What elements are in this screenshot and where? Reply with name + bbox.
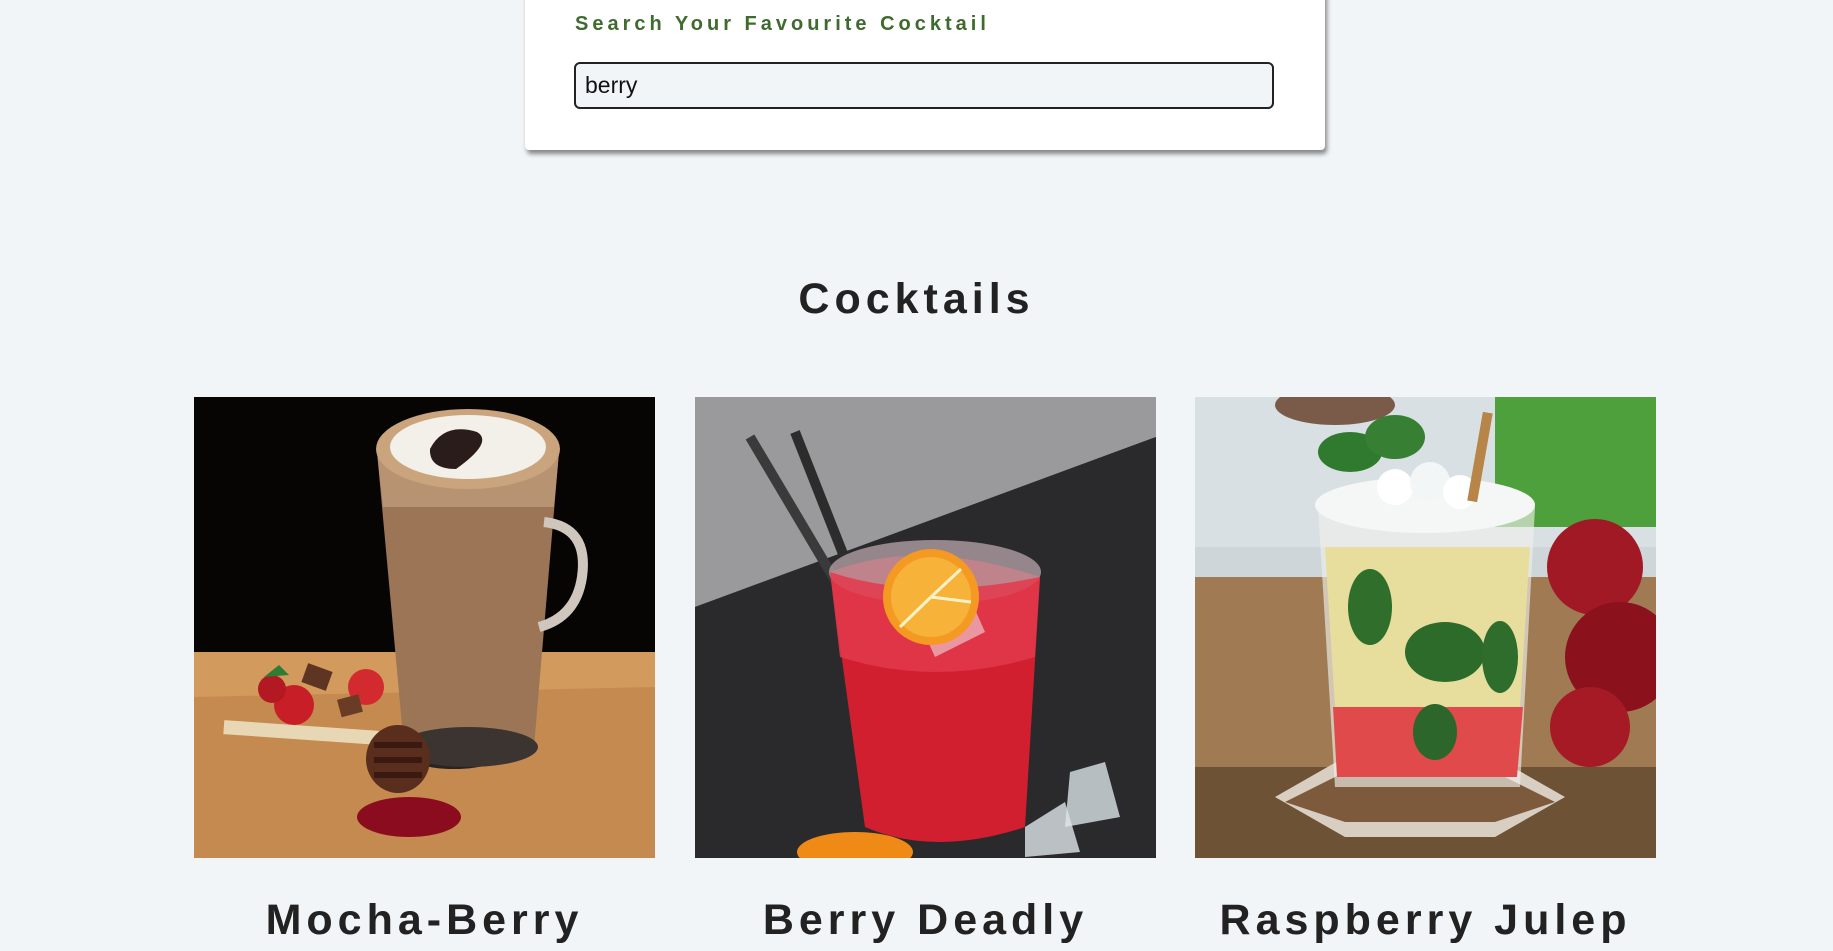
search-form: Search Your Favourite Cocktail xyxy=(525,0,1325,150)
cocktail-name: Berry Deadly xyxy=(762,896,1089,944)
cocktail-image[interactable] xyxy=(695,397,1156,858)
cocktail-card[interactable]: Raspberry Julep xyxy=(1195,397,1656,945)
cocktail-name: Mocha-Berry xyxy=(265,896,584,944)
section-title: Cocktails xyxy=(798,275,1035,323)
cocktail-name: Raspberry Julep xyxy=(1219,896,1632,944)
cocktail-card[interactable]: Berry Deadly xyxy=(695,397,1156,945)
search-input[interactable] xyxy=(574,62,1274,109)
cocktail-card[interactable]: Mocha-Berry xyxy=(194,397,655,945)
cocktail-image[interactable] xyxy=(194,397,655,858)
cocktail-image[interactable] xyxy=(1195,397,1656,858)
search-label: Search Your Favourite Cocktail xyxy=(575,13,990,35)
